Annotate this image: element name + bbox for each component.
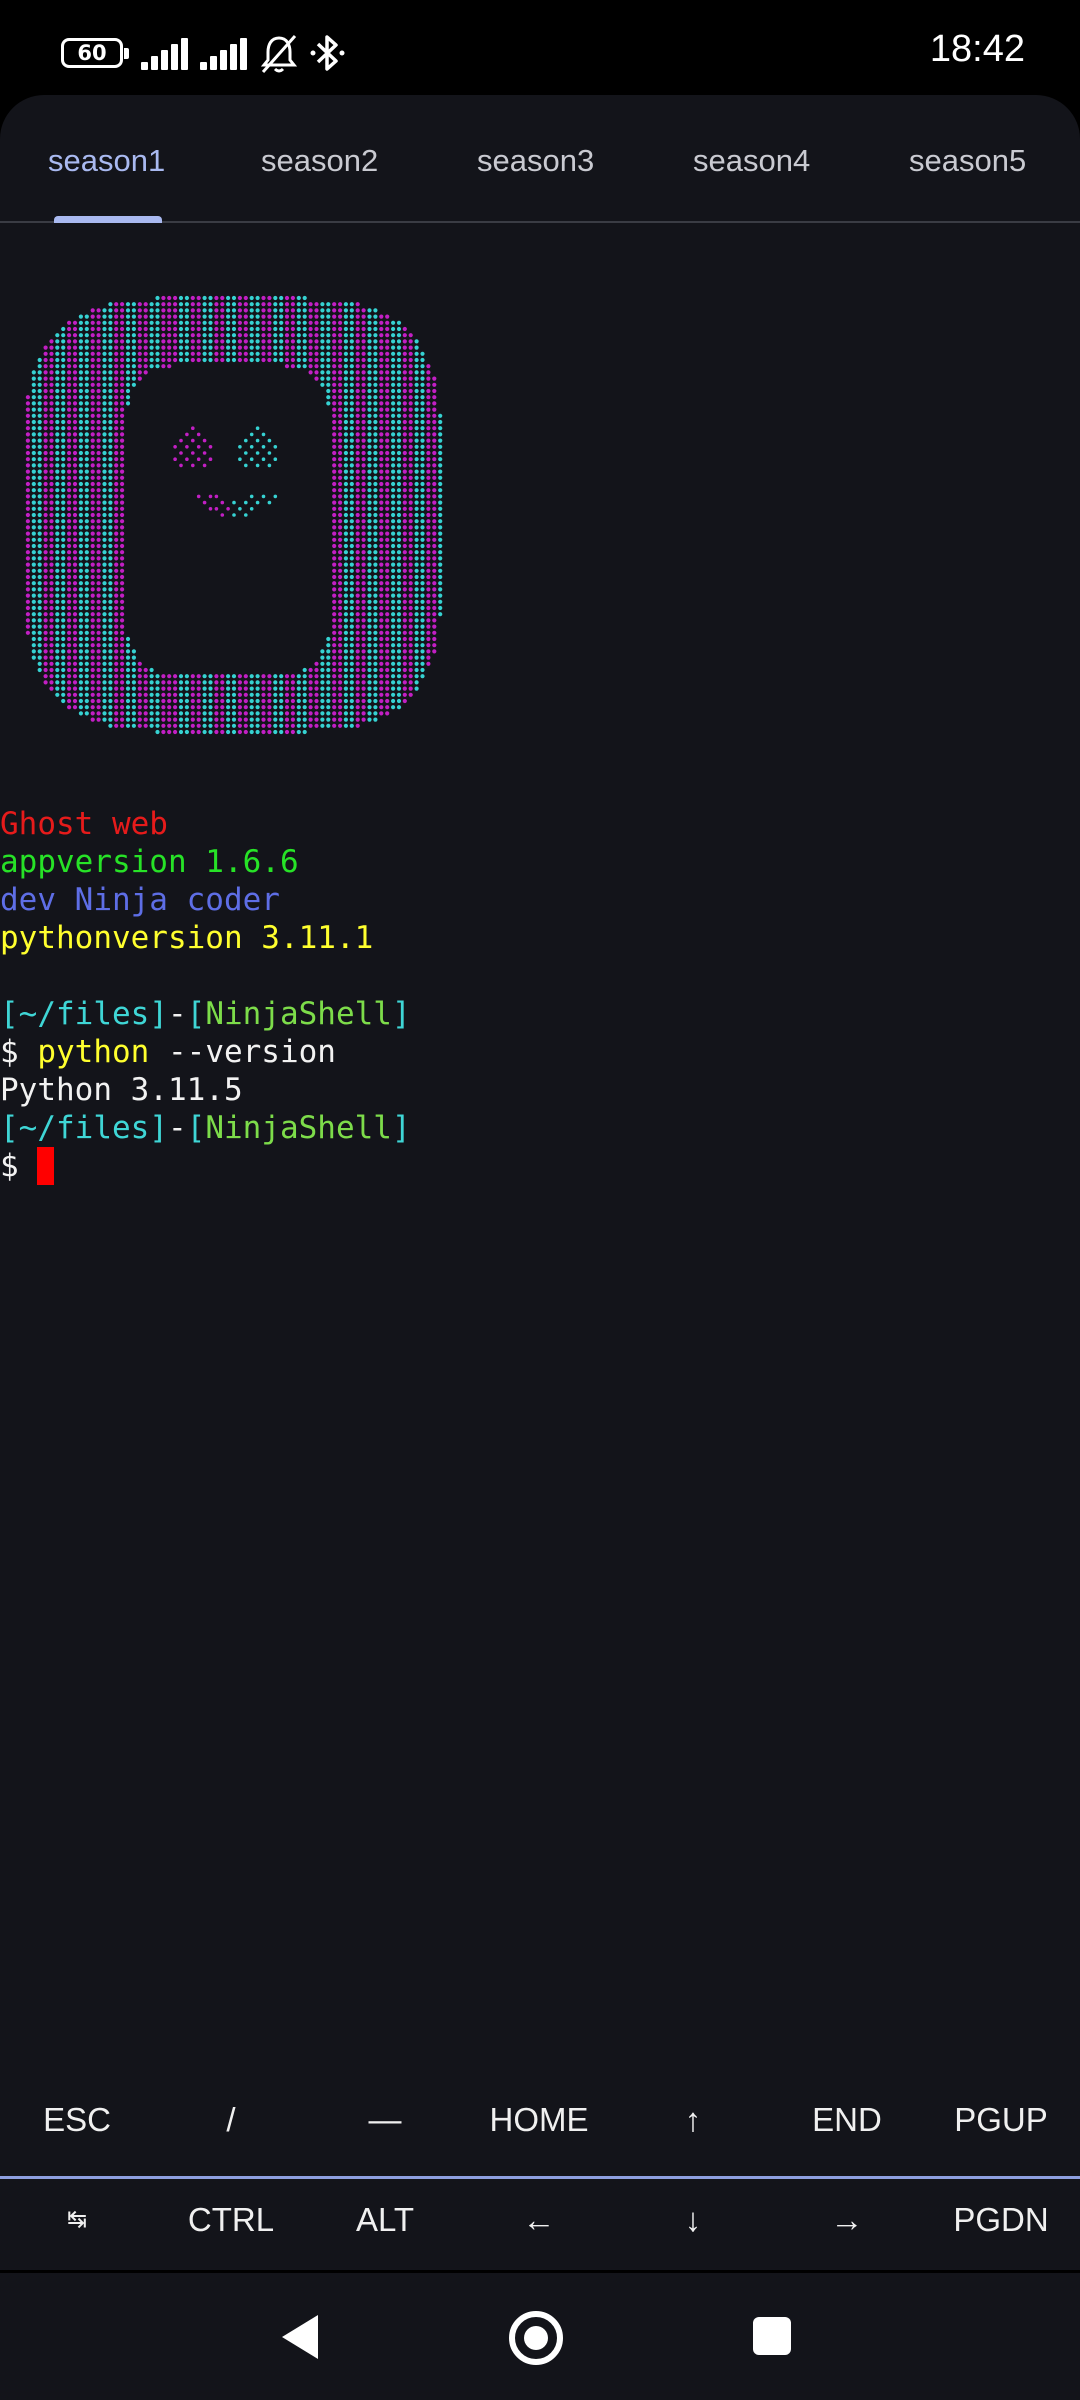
signal-icon bbox=[141, 38, 191, 70]
session-tabs: season1 season2 season3 season4 season5 bbox=[0, 95, 1080, 223]
bluetooth-icon bbox=[310, 35, 345, 71]
tab-season5[interactable]: season5 bbox=[909, 143, 1026, 179]
prompt-line: [~/files]-[NinjaShell] bbox=[0, 1109, 411, 1147]
ghost-logo-icon bbox=[25, 295, 443, 735]
prompt-separator: - bbox=[167, 996, 187, 1032]
tab-indicator bbox=[54, 216, 162, 223]
tab-season1[interactable]: season1 bbox=[48, 143, 165, 179]
key-up[interactable]: ↑ bbox=[616, 2070, 770, 2170]
banner-appversion: appversion 1.6.6 bbox=[0, 844, 299, 880]
prompt-separator: - bbox=[167, 1110, 187, 1146]
clock: 18:42 bbox=[929, 28, 1025, 70]
tab-season2[interactable]: season2 bbox=[261, 143, 378, 179]
back-icon[interactable] bbox=[282, 2315, 318, 2359]
prompt-shell-open: [ bbox=[186, 1110, 206, 1146]
key-home[interactable]: HOME bbox=[462, 2070, 616, 2170]
prompt-path: [~/files] bbox=[0, 996, 168, 1032]
system-nav-bar bbox=[0, 2273, 1080, 2400]
signal-icon bbox=[200, 38, 250, 70]
key-tab[interactable]: ↹ bbox=[0, 2170, 154, 2270]
banner-name: Ghost web bbox=[0, 806, 168, 842]
key-dash[interactable]: — bbox=[308, 2070, 462, 2170]
home-icon[interactable] bbox=[509, 2311, 563, 2365]
prompt-path: [~/files] bbox=[0, 1110, 168, 1146]
terminal-app: season1 season2 season3 season4 season5 … bbox=[0, 95, 1080, 2270]
command-name: python bbox=[37, 1034, 150, 1070]
prompt-shell: NinjaShell bbox=[205, 996, 392, 1032]
key-esc[interactable]: ESC bbox=[0, 2070, 154, 2170]
key-right[interactable]: → bbox=[770, 2170, 924, 2270]
recents-icon[interactable] bbox=[753, 2317, 791, 2355]
command-output: Python 3.11.5 bbox=[0, 1072, 243, 1108]
key-left[interactable]: ← bbox=[462, 2170, 616, 2270]
banner-dev: dev Ninja coder bbox=[0, 882, 280, 918]
key-pgdn[interactable]: PGDN bbox=[924, 2170, 1078, 2270]
tab-season4[interactable]: season4 bbox=[693, 143, 810, 179]
tab-season3[interactable]: season3 bbox=[477, 143, 594, 179]
prompt-symbol: $ bbox=[0, 1034, 19, 1070]
key-ctrl[interactable]: CTRL bbox=[154, 2170, 308, 2270]
prompt-shell-close: ] bbox=[391, 1110, 411, 1146]
command-line: $ python --version bbox=[0, 1033, 336, 1071]
text-cursor bbox=[37, 1147, 55, 1185]
prompt-symbol: $ bbox=[0, 1148, 19, 1184]
key-slash[interactable]: / bbox=[154, 2070, 308, 2170]
prompt-shell-close: ] bbox=[391, 996, 411, 1032]
key-pgup[interactable]: PGUP bbox=[924, 2070, 1078, 2170]
key-down[interactable]: ↓ bbox=[616, 2170, 770, 2270]
status-bar: 60 18:42 bbox=[0, 0, 1080, 95]
extra-keys-bar: ESC / — HOME ↑ END PGUP ↹ CTRL ALT ← ↓ →… bbox=[0, 2070, 1080, 2270]
prompt-line: [~/files]-[NinjaShell] bbox=[0, 995, 411, 1033]
key-alt[interactable]: ALT bbox=[308, 2170, 462, 2270]
keys-divider bbox=[0, 2176, 1080, 2179]
battery-level: 60 bbox=[77, 41, 107, 65]
prompt-shell: NinjaShell bbox=[205, 1110, 392, 1146]
banner-pythonversion: pythonversion 3.11.1 bbox=[0, 920, 374, 956]
bell-muted-icon bbox=[260, 35, 298, 73]
input-line[interactable]: $ bbox=[0, 1147, 55, 1185]
terminal-output[interactable]: Ghost web appversion 1.6.6 dev Ninja cod… bbox=[0, 225, 1080, 2115]
prompt-shell-open: [ bbox=[186, 996, 206, 1032]
key-end[interactable]: END bbox=[770, 2070, 924, 2170]
command-args: --version bbox=[149, 1034, 336, 1070]
battery-icon: 60 bbox=[61, 38, 129, 68]
